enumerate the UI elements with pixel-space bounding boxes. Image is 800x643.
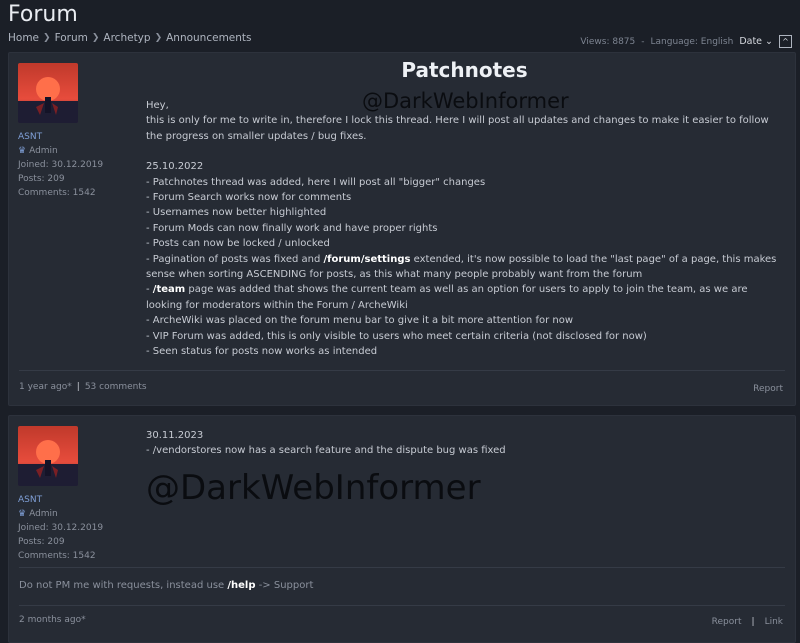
post-timestamp: 2 months ago* bbox=[19, 615, 86, 625]
chevron-right-icon: ❯ bbox=[91, 33, 100, 43]
changelog-line: - Usernames now better highlighted bbox=[146, 207, 327, 219]
changelog-line: - Seen status for posts now works as int… bbox=[146, 346, 378, 358]
post-date: 30.11.2023 bbox=[146, 430, 204, 441]
changelog-line: - /vendorstores now has a search feature… bbox=[146, 445, 506, 457]
breadcrumb: Home ❯ Forum ❯ Archetyp ❯ Announcements bbox=[8, 32, 252, 44]
post-title: Patchnotes bbox=[401, 58, 528, 82]
breadcrumb-home[interactable]: Home bbox=[8, 32, 39, 44]
changelog-line: - ArcheWiki was placed on the forum menu… bbox=[146, 315, 574, 327]
author-name[interactable]: ASNT bbox=[18, 493, 103, 507]
report-button[interactable]: Report bbox=[712, 617, 742, 627]
changelog-text: page was added that shows the current te… bbox=[146, 284, 748, 311]
author-name[interactable]: ASNT bbox=[18, 130, 103, 144]
post-author-info: ASNT ♛ Admin Joined: 30.12.2019 Posts: 2… bbox=[18, 130, 103, 200]
post-timestamp: 1 year ago* bbox=[19, 382, 72, 392]
sort-order-toggle[interactable]: ^ bbox=[779, 35, 792, 48]
sort-label: Date bbox=[739, 36, 763, 47]
chevron-right-icon: ❯ bbox=[154, 33, 163, 43]
changelog-line: - Posts can now be locked / unlocked bbox=[146, 238, 330, 250]
forum-post: ASNT ♛ Admin Joined: 30.12.2019 Posts: 2… bbox=[8, 415, 796, 643]
author-comments: Comments: 1542 bbox=[18, 188, 96, 198]
post-author-info: ASNT ♛ Admin Joined: 30.12.2019 Posts: 2… bbox=[18, 493, 103, 563]
avatar-image bbox=[18, 426, 78, 486]
author-joined: Joined: 30.12.2019 bbox=[18, 160, 104, 170]
chevron-down-icon: ⌄ bbox=[765, 36, 773, 47]
permalink-button[interactable]: Link bbox=[765, 617, 783, 627]
breadcrumb-announcements[interactable]: Announcements bbox=[166, 32, 251, 44]
sort-dropdown[interactable]: Date ⌄ bbox=[739, 36, 773, 47]
report-button[interactable]: Report bbox=[753, 384, 783, 394]
signature-text: Do not PM me with requests, instead use bbox=[19, 580, 228, 591]
changelog-line: - Patchnotes thread was added, here I wi… bbox=[146, 176, 486, 188]
post-intro: this is only for me to write in, therefo… bbox=[146, 115, 769, 142]
meta-separator: - bbox=[641, 36, 645, 47]
watermark: @DarkWebInformer bbox=[362, 89, 569, 113]
avatar-image bbox=[18, 63, 78, 123]
post-footer-actions: Report | Link bbox=[712, 617, 783, 627]
changelog-line: - Forum Mods can now finally work and ha… bbox=[146, 222, 438, 234]
chevron-up-icon: ^ bbox=[782, 37, 789, 46]
changelog-line: - /team page was added that shows the cu… bbox=[146, 282, 783, 313]
post-body: Patchnotes Hey, this is only for me to w… bbox=[146, 60, 783, 360]
help-link[interactable]: /help bbox=[227, 580, 255, 591]
author-signature: Do not PM me with requests, instead use … bbox=[19, 580, 313, 591]
signature-text: -> Support bbox=[255, 580, 314, 591]
views-count: Views: 8875 bbox=[580, 36, 636, 47]
changelog-text: - bbox=[146, 284, 153, 296]
post-footer-meta: 1 year ago* | 53 comments bbox=[19, 382, 147, 392]
changelog-line: - Forum Search works now for comments bbox=[146, 192, 352, 204]
author-role: ♛ Admin bbox=[18, 144, 103, 158]
author-role-label: Admin bbox=[29, 509, 58, 519]
post-divider bbox=[19, 605, 785, 606]
watermark: @DarkWebInformer bbox=[146, 468, 481, 508]
avatar[interactable] bbox=[18, 63, 78, 123]
language-label: Language: English bbox=[650, 36, 734, 47]
footer-separator: | bbox=[76, 382, 80, 392]
post-body: 30.11.2023 - /vendorstores now has a sea… bbox=[146, 428, 783, 459]
author-joined: Joined: 30.12.2019 bbox=[18, 523, 104, 533]
breadcrumb-forum[interactable]: Forum bbox=[55, 32, 88, 44]
page-title: Forum bbox=[8, 2, 78, 27]
post-divider bbox=[19, 370, 785, 371]
footer-separator: | bbox=[751, 617, 755, 627]
comments-link[interactable]: 53 comments bbox=[85, 382, 147, 392]
author-role: ♛ Admin bbox=[18, 507, 103, 521]
post-date: 25.10.2022 bbox=[146, 161, 204, 173]
post-footer-actions: Report bbox=[753, 384, 783, 394]
author-posts: Posts: 209 bbox=[18, 537, 65, 547]
author-posts: Posts: 209 bbox=[18, 174, 65, 184]
forum-settings-link[interactable]: /forum/settings bbox=[324, 254, 411, 265]
author-comments: Comments: 1542 bbox=[18, 551, 96, 561]
changelog-line: - VIP Forum was added, this is only visi… bbox=[146, 330, 647, 342]
changelog-text: - Pagination of posts was fixed and bbox=[146, 253, 324, 265]
post-divider bbox=[19, 567, 785, 568]
crown-icon: ♛ bbox=[18, 146, 27, 156]
changelog-line: - Pagination of posts was fixed and /for… bbox=[146, 252, 783, 283]
chevron-right-icon: ❯ bbox=[43, 33, 51, 43]
breadcrumb-archetyp[interactable]: Archetyp bbox=[103, 32, 150, 44]
avatar[interactable] bbox=[18, 426, 78, 486]
team-link[interactable]: /team bbox=[153, 284, 185, 295]
crown-icon: ♛ bbox=[18, 509, 27, 519]
thread-meta-bar: Views: 8875 - Language: English Date ⌄ ^ bbox=[580, 35, 792, 48]
post-footer-meta: 2 months ago* bbox=[19, 615, 86, 625]
author-role-label: Admin bbox=[29, 146, 58, 156]
